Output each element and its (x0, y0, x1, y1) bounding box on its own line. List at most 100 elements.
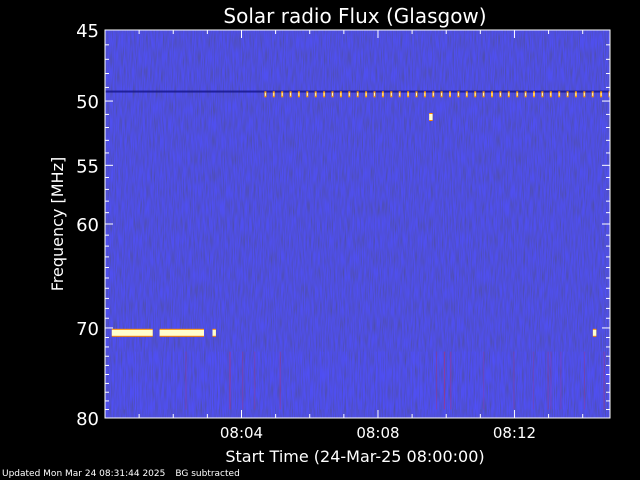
striation-line (209, 351, 211, 410)
interference-spike-core (264, 92, 266, 96)
striation-line (417, 351, 419, 410)
striation-line (238, 351, 240, 410)
striation-line (560, 351, 562, 410)
striation-line (343, 351, 345, 410)
striation-line (547, 351, 549, 410)
striation-line (229, 351, 231, 410)
emission-band (592, 329, 597, 336)
striation-line (236, 351, 238, 410)
interference-spike-core (340, 92, 342, 96)
interference-spike-core (541, 92, 543, 96)
interference-spike-core (575, 92, 577, 96)
x-tick-label: 08:04 (220, 424, 263, 442)
emission-band (111, 329, 153, 336)
striation-line (471, 351, 473, 410)
striation-line (577, 351, 579, 410)
interference-spike-core (273, 92, 275, 96)
interference-spike-core (382, 92, 384, 96)
striation-line (555, 351, 556, 410)
striation-line (433, 351, 435, 410)
striation-line (123, 351, 125, 410)
striation-line (303, 351, 305, 410)
striation-line (334, 351, 336, 410)
striation-line (148, 351, 150, 410)
striation-line (185, 351, 187, 410)
striation-line (111, 351, 113, 410)
striation-line (340, 351, 342, 410)
striation-line (520, 351, 522, 410)
emission-band (159, 329, 204, 336)
interference-spike-core (424, 92, 426, 96)
striation-line (447, 351, 449, 410)
x-axis-label: Start Time (24-Mar-25 08:00:00) (225, 447, 484, 466)
interference-spike-core (600, 92, 602, 96)
striation-line (504, 351, 506, 410)
striation-line (188, 351, 190, 410)
striation-line (353, 351, 355, 410)
interference-spike-core (432, 92, 434, 96)
striation-line (166, 351, 168, 410)
interference-spike-core (483, 92, 485, 96)
striation-line (550, 351, 552, 410)
interference-spike-core (499, 92, 501, 96)
emission-band (212, 329, 216, 336)
striation-line (130, 351, 132, 410)
striation-line (115, 351, 117, 410)
striation-line (358, 351, 360, 410)
striation-line (197, 351, 199, 410)
interference-spike-core (323, 92, 325, 96)
striation-line (338, 351, 340, 410)
striation-line (215, 351, 217, 410)
striation-line (145, 351, 147, 410)
striation-line (163, 351, 165, 410)
striation-line (440, 351, 442, 410)
striation-line (346, 351, 348, 410)
striation-line (408, 351, 410, 410)
striation-line (488, 351, 490, 410)
striation-line (569, 351, 571, 410)
striation-line (518, 351, 520, 410)
interference-spike-core (516, 92, 518, 96)
striation-line (600, 351, 602, 410)
y-tick-label: 50 (76, 92, 99, 113)
striation-line (541, 351, 543, 410)
striation-line (202, 351, 204, 410)
striation-line (289, 351, 290, 410)
striation-line (350, 351, 351, 410)
interference-spike-core (281, 92, 283, 96)
striation-line (430, 351, 432, 410)
striation-line (460, 351, 462, 410)
striation-line (399, 351, 401, 410)
striation-line (390, 351, 392, 410)
interference-spike-core (457, 92, 459, 96)
interference-spike-core (315, 92, 317, 96)
striation-line (567, 351, 568, 410)
y-tick-label: 55 (76, 156, 99, 177)
striation-line (254, 351, 256, 410)
striation-line (603, 351, 605, 410)
striation-line (211, 351, 213, 410)
striation-line (251, 351, 253, 410)
interference-spike-core (298, 92, 300, 96)
interference-spike-core (332, 92, 333, 96)
striation-line (257, 351, 259, 410)
striation-line (380, 351, 382, 410)
striation-line (483, 351, 485, 410)
striation-line (363, 351, 365, 410)
striation-line (242, 351, 244, 410)
interference-spike-core (407, 92, 409, 96)
striation-line (456, 351, 458, 410)
interference-spike-core (592, 92, 594, 96)
striation-line (361, 351, 363, 410)
striation-line (386, 351, 388, 410)
striation-line (444, 351, 445, 410)
striation-line (301, 351, 302, 410)
striation-line (383, 351, 385, 410)
striation-line (575, 351, 577, 410)
striation-line (169, 351, 171, 410)
striation-line (307, 351, 309, 410)
striation-line (368, 351, 370, 410)
interference-spike-core (306, 92, 308, 96)
striation-line (596, 351, 598, 410)
striation-line (135, 351, 136, 410)
